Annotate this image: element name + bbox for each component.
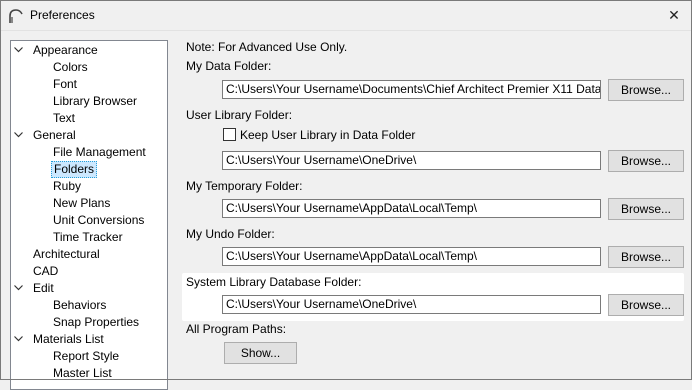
title-bar: Preferences ✕ [0,0,692,31]
chief-architect-icon [9,9,23,23]
tree-item[interactable]: Text [51,110,77,127]
tree-item[interactable]: CAD [31,263,60,280]
data-folder-label: My Data Folder: [186,59,272,73]
tree-item-label: Master List [53,366,112,380]
tree-item[interactable]: Library Browser [51,93,139,110]
tree-item[interactable]: Materials List [14,331,106,348]
tree-item-label: Folders [51,161,98,178]
user-library-field[interactable]: C:\Users\Your Username\OneDrive\ [222,151,601,170]
close-icon: ✕ [668,7,680,23]
chevron-down-icon[interactable] [14,132,23,138]
tree-item-label: Font [53,77,78,91]
system-db-label: System Library Database Folder: [186,275,362,289]
tree-item[interactable]: Unit Conversions [51,212,146,229]
window-title: Preferences [30,8,95,22]
tree-item[interactable]: Architectural [31,246,102,263]
tree-item-label: Architectural [33,247,100,261]
tree-item[interactable]: Time Tracker [51,229,125,246]
tree-item-label: Time Tracker [53,230,123,244]
browse-data-folder-button[interactable]: Browse... [608,79,684,101]
browse-user-library-button[interactable]: Browse... [608,150,684,172]
tree-item[interactable]: Font [51,76,79,93]
tree-item[interactable]: Ruby [51,178,83,195]
tree-item-label: Library Browser [53,94,138,108]
chevron-down-icon[interactable] [14,336,23,342]
tree-item[interactable]: Edit [14,280,56,297]
browse-undo-folder-button[interactable]: Browse... [608,246,684,268]
undo-folder-field[interactable]: C:\Users\Your Username\AppData\Local\Tem… [222,247,601,266]
user-library-label: User Library Folder: [186,108,293,122]
browse-temp-folder-button[interactable]: Browse... [608,198,684,220]
temp-folder-field[interactable]: C:\Users\Your Username\AppData\Local\Tem… [222,199,601,218]
tree-item-label: Edit [33,281,54,295]
tree-item[interactable]: Appearance [14,42,100,59]
advanced-note: Note: For Advanced Use Only. [186,40,348,54]
tree-item-label: Ruby [53,179,82,193]
undo-folder-label: My Undo Folder: [186,227,275,241]
tree-item[interactable]: Colors [51,59,90,76]
temp-folder-label: My Temporary Folder: [186,179,303,193]
system-db-field[interactable]: C:\Users\Your Username\OneDrive\ [222,295,601,314]
tree-item[interactable]: Master List [51,365,114,382]
category-tree[interactable]: Appearance Colors Font Library Browser Text G… [10,40,168,390]
tree-item-label: Materials List [33,332,104,346]
tree-item[interactable]: File Management [51,144,148,161]
all-paths-label: All Program Paths: [186,322,287,336]
chevron-down-icon[interactable] [14,47,23,53]
show-paths-button[interactable]: Show... [224,342,297,364]
tree-item[interactable]: Behaviors [51,297,108,314]
keep-library-label: Keep User Library in Data Folder [240,128,416,142]
tree-item[interactable]: Folders [51,161,98,178]
close-button[interactable]: ✕ [656,0,692,31]
tree-item-label: Appearance [33,43,98,57]
tree-item[interactable]: Snap Properties [51,314,141,331]
browse-system-db-button[interactable]: Browse... [608,294,684,316]
tree-item-label: File Management [53,145,146,159]
tree-item[interactable]: Report Style [51,348,121,365]
tree-item-label: New Plans [53,196,111,210]
tree-item[interactable]: General [14,127,78,144]
tree-item-label: Text [53,111,76,125]
tree-item-label: Colors [53,60,88,74]
tree-item-label: Report Style [53,349,120,363]
tree-item[interactable]: New Plans [51,195,112,212]
tree-item-label: Unit Conversions [53,213,145,227]
tree-item-label: CAD [33,264,59,278]
keep-library-checkbox[interactable] [223,128,236,141]
tree-item-label: Snap Properties [53,315,140,329]
data-folder-field[interactable]: C:\Users\Your Username\Documents\Chief A… [222,80,601,99]
chevron-down-icon[interactable] [14,285,23,291]
tree-item-label: Behaviors [53,298,107,312]
tree-item-label: General [33,128,76,142]
